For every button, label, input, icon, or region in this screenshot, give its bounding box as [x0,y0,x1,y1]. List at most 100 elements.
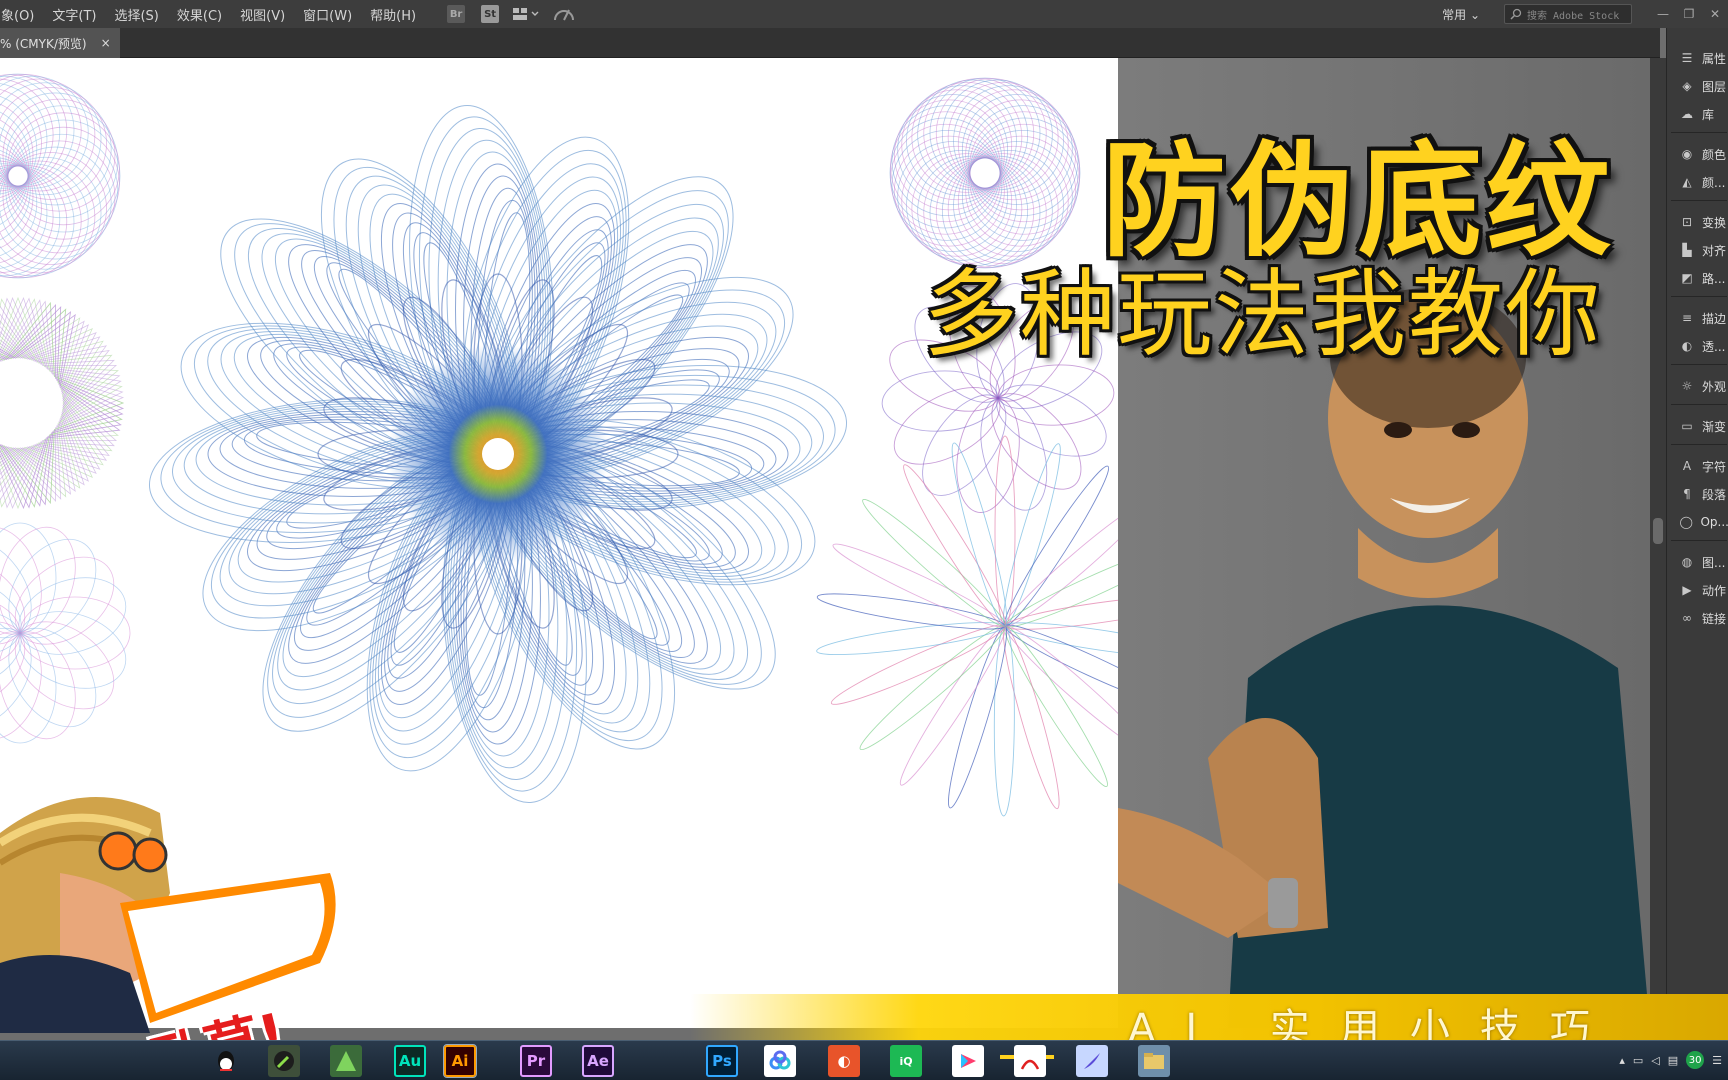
panel-dock: ☰ 属性 ◈ 图层 ☁ 库 ◉ 颜色 ◭ 颜... ⊡ 变换 ▙ 对齐 ◩ 路... ≡ 描边 ◐ 透... ☼ 外观 ▭ 渐… [1666,28,1728,1028]
color-guide-icon: ◭ [1682,175,1692,189]
pathfinder-icon: ◩ [1681,271,1693,285]
workspace-switcher[interactable]: 常用 ⌄ [1442,6,1480,23]
baidu-netdisk-icon[interactable] [764,1045,796,1077]
panel-label: 字符 [1702,459,1727,474]
panel-gradient[interactable]: ▭ 渐变 [1667,414,1728,438]
tray-volume-icon[interactable]: ◁ [1651,1054,1659,1067]
panel-color-guide[interactable]: ◭ 颜... [1667,170,1728,194]
document-tab[interactable]: % (CMYK/预览) × [0,28,120,58]
close-window-button[interactable]: ✕ [1702,7,1728,21]
panel-label: 透... [1702,339,1726,354]
stroke-icon: ≡ [1681,311,1693,325]
youku-icon[interactable] [952,1045,984,1077]
qq-icon[interactable] [210,1045,242,1077]
panel-divider [1671,296,1727,297]
panel-pathfinder[interactable]: ◩ 路... [1667,266,1728,290]
panel-label: 链接 [1702,611,1727,626]
after-effects-app-icon[interactable]: Ae [582,1045,614,1077]
pdf-reader-icon[interactable] [1014,1045,1046,1077]
video-app-icon[interactable]: ◐ [828,1045,860,1077]
close-tab-icon[interactable]: × [101,36,111,50]
panel-divider [1671,364,1727,365]
thumbnail-subtitle: 多种玩法我教你 [923,260,1603,370]
search-placeholder: 搜索 Adobe Stock [1527,10,1620,22]
panel-label: 动作 [1702,583,1727,598]
system-tray: ▴ ▭ ◁ ▤ 30 ☰ [1619,1051,1722,1069]
illustrator-app-icon[interactable]: Ai [443,1044,477,1078]
scrollbar-thumb[interactable] [1653,518,1663,544]
panel-paragraph[interactable]: ¶ 段落 [1667,482,1728,506]
panel-layers[interactable]: ◈ 图层 [1667,74,1728,98]
arrange-documents-icon[interactable] [513,5,539,23]
pen-tool-app-icon[interactable] [268,1045,300,1077]
premiere-app-icon[interactable]: Pr [520,1045,552,1077]
panel-transparency[interactable]: ◐ 透... [1667,334,1728,358]
transform-icon: ⊡ [1681,215,1693,229]
panel-label: 图层 [1702,79,1727,94]
panel-actions[interactable]: ▶ 动作 [1667,578,1728,602]
restore-button[interactable]: ❐ [1676,7,1702,21]
links-icon: ∞ [1682,611,1692,625]
panel-label: Op... [1700,515,1728,529]
panel-align[interactable]: ▙ 对齐 [1667,238,1728,262]
tray-notification-badge[interactable]: 30 [1686,1051,1705,1069]
panel-appearance[interactable]: ☼ 外观 [1667,374,1728,398]
tray-up-arrow-icon[interactable]: ▴ [1619,1054,1625,1067]
menu-effect[interactable]: 效果(C) [168,5,231,24]
search-icon [1510,8,1522,20]
panel-label: 描边 [1702,311,1727,326]
tray-network-icon[interactable]: ▭ [1633,1054,1643,1067]
panel-links[interactable]: ∞ 链接 [1667,606,1728,630]
panel-label: 路... [1702,271,1726,286]
gpu-performance-icon[interactable] [553,5,575,23]
tray-action-center-icon[interactable]: ☰ [1712,1054,1722,1067]
menu-help[interactable]: 帮助(H) [361,5,425,24]
reaction-sticker-image [0,797,336,1033]
menu-window[interactable]: 窗口(W) [294,5,361,24]
opentype-icon: ◯ [1679,515,1693,529]
photoshop-app-icon[interactable]: Ps [706,1045,738,1077]
menu-type[interactable]: 文字(T) [43,5,105,24]
panel-character[interactable]: A 字符 [1667,454,1728,478]
appearance-icon: ☼ [1681,379,1693,393]
panel-stroke[interactable]: ≡ 描边 [1667,306,1728,330]
audition-app-icon[interactable]: Au [394,1045,426,1077]
menu-view[interactable]: 视图(V) [231,5,294,24]
stock-button[interactable]: St [481,5,500,23]
guilloche-burst-right [816,435,1194,817]
flower-center-hole [482,438,514,470]
canvas-vertical-scrollbar[interactable] [1650,58,1666,1028]
menu-object[interactable]: 象(O) [0,5,43,24]
panel-graphic-styles[interactable]: ◍ 图... [1667,550,1728,574]
paragraph-icon: ¶ [1683,487,1691,501]
panel-label: 渐变 [1702,419,1727,434]
panel-label: 对齐 [1702,243,1727,258]
chevron-down-icon: ⌄ [1469,7,1480,22]
panel-color[interactable]: ◉ 颜色 [1667,142,1728,166]
iqiyi-icon[interactable]: iQ [890,1045,922,1077]
layers-icon: ◈ [1682,79,1692,93]
panel-properties[interactable]: ☰ 属性 [1667,46,1728,70]
panel-libraries[interactable]: ☁ 库 [1667,102,1728,126]
gradient-icon: ▭ [1681,419,1693,433]
guilloche-flower-bottom-left [0,522,131,744]
maps-app-icon[interactable] [330,1045,362,1077]
bridge-button[interactable]: Br [447,5,466,23]
minimize-button[interactable]: — [1650,7,1676,21]
file-explorer-icon[interactable] [1138,1045,1170,1077]
libraries-icon: ☁ [1681,107,1693,121]
color-icon: ◉ [1681,147,1693,161]
panel-transform[interactable]: ⊡ 变换 [1667,210,1728,234]
panel-opentype[interactable]: ◯ Op... [1667,510,1728,534]
panel-label: 颜色 [1702,147,1727,162]
stock-search-input[interactable]: 搜索 Adobe Stock [1504,4,1632,24]
document-tab-title: % (CMYK/预览) [0,36,87,51]
workspace-label: 常用 [1442,7,1467,22]
illustrator-window: 象(O) 文字(T) 选择(S) 效果(C) 视图(V) 窗口(W) 帮助(H)… [0,0,1728,1080]
menu-select[interactable]: 选择(S) [105,5,167,24]
document-tab-bar: % (CMYK/预览) × [0,28,1660,58]
feather-app-icon[interactable] [1076,1045,1108,1077]
tray-keyboard-icon[interactable]: ▤ [1668,1054,1678,1067]
windows-taskbar: ◐ iQ ▴ ▭ ◁ ▤ 30 ☰ Au Ai Pr Ae Ps [0,1040,1728,1080]
panel-divider [1671,540,1727,541]
